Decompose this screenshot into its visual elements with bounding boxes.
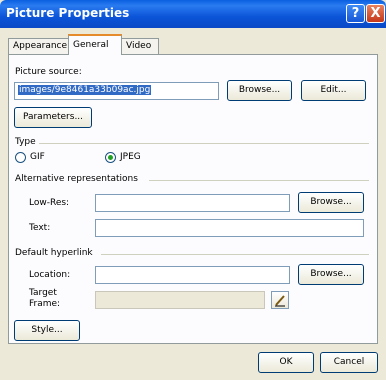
cancel-button[interactable]: Cancel (320, 352, 378, 373)
low-res-label: Low-Res: (29, 198, 70, 208)
ok-button[interactable]: OK (258, 352, 314, 373)
type-divider (39, 143, 369, 144)
target-frame-label-line1: Target (29, 288, 57, 298)
style-button[interactable]: Style... (14, 320, 80, 341)
title-bar[interactable]: Picture Properties ? X (0, 0, 386, 28)
location-label: Location: (29, 270, 71, 280)
window-title: Picture Properties (6, 6, 130, 20)
target-frame-input[interactable] (95, 291, 265, 309)
pencil-icon (275, 295, 285, 307)
type-gif-label: GIF (30, 152, 45, 162)
type-jpeg-radio[interactable] (105, 152, 116, 163)
parameters-button[interactable]: Parameters... (14, 107, 92, 128)
type-label: Type (15, 137, 36, 147)
alt-text-input[interactable] (95, 219, 364, 237)
picture-properties-dialog: Picture Properties ? X Appearance Genera… (0, 0, 386, 380)
alternative-representations-label: Alternative representations (15, 174, 138, 184)
tab-appearance[interactable]: Appearance (8, 38, 70, 54)
text-label: Text: (29, 223, 51, 233)
general-panel: Picture source: images/9e8461a33b09ac.jp… (8, 54, 378, 344)
default-hyperlink-label: Default hyperlink (15, 248, 93, 258)
tab-strip: Appearance General Video (8, 34, 378, 55)
help-button[interactable]: ? (346, 4, 365, 23)
location-input[interactable] (95, 266, 290, 284)
tab-video[interactable]: Video (121, 38, 159, 54)
low-res-browse-button[interactable]: Browse... (298, 192, 364, 213)
low-res-input[interactable] (95, 194, 290, 212)
type-gif-radio[interactable] (15, 152, 26, 163)
alternative-representations-divider (149, 180, 369, 181)
default-hyperlink-divider (101, 254, 369, 255)
picture-source-value: images/9e8461a33b09ac.jpg (18, 85, 152, 95)
location-browse-button[interactable]: Browse... (298, 264, 364, 285)
type-jpeg-label: JPEG (120, 152, 141, 162)
tab-general[interactable]: General (68, 34, 122, 55)
edit-button[interactable]: Edit... (301, 80, 366, 101)
target-frame-label-line2: Frame: (29, 299, 61, 309)
picture-source-label: Picture source: (15, 67, 82, 77)
picture-source-browse-button[interactable]: Browse... (227, 80, 292, 101)
picture-source-input[interactable]: images/9e8461a33b09ac.jpg (14, 82, 219, 100)
close-button[interactable]: X (366, 4, 385, 23)
target-frame-edit-button[interactable] (271, 291, 289, 309)
